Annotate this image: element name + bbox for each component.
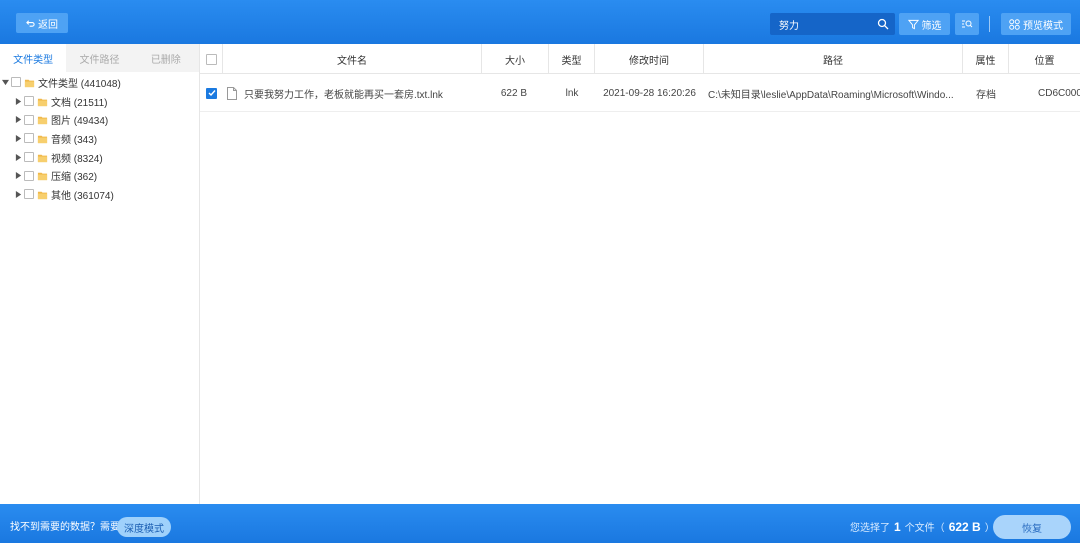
row-checkbox-cell (200, 75, 223, 112)
collapsed-arrow-icon[interactable] (14, 172, 22, 180)
tree-item-checkbox[interactable] (24, 152, 34, 163)
folder-icon (24, 79, 35, 87)
tab-file-type[interactable]: 文件类型 (0, 44, 67, 72)
back-button[interactable]: 返回 (16, 13, 68, 33)
file-type-tree: 文件类型 (441048) 文档 (21511) 图片 (49434) 音频 (… (0, 72, 199, 204)
recover-button[interactable]: 恢复 (993, 515, 1071, 539)
tree-item-checkbox[interactable] (24, 96, 34, 107)
folder-icon (37, 98, 48, 106)
tree-root-checkbox[interactable] (11, 77, 21, 88)
tree-item-video[interactable]: 视频 (8324) (0, 148, 199, 167)
tab-file-path[interactable]: 文件路径 (66, 44, 133, 72)
preview-label: 预览模式 (1023, 20, 1063, 32)
expanded-arrow-icon[interactable] (1, 78, 9, 86)
back-label: 返回 (38, 19, 58, 31)
folder-icon (37, 154, 48, 162)
column-header-size[interactable]: 大小 (482, 44, 549, 74)
tree-root[interactable]: 文件类型 (441048) (0, 73, 199, 92)
search-icon[interactable] (877, 18, 889, 30)
selected-size: 622 B (948, 520, 981, 534)
tree-item-label: 视频 (8324) (51, 153, 103, 165)
file-type: lnk (565, 87, 579, 99)
search-input[interactable]: 努力 (770, 13, 895, 35)
undo-icon (26, 19, 35, 27)
select-all-cell (200, 44, 223, 74)
folder-icon (37, 191, 48, 200)
sidebar: 文件类型 文件路径 已删除 文件类型 (441048) 文档 (21511) 图… (0, 44, 200, 504)
file-path: C:\未知目录\leslie\AppData\Roaming\Microsoft… (708, 89, 954, 101)
select-all-checkbox[interactable] (205, 53, 217, 65)
status-prefix: 您选择了 (850, 523, 890, 534)
preview-mode-button[interactable]: 预览模式 (1001, 13, 1071, 35)
help-text: 找不到需要的数据？需要 (10, 522, 120, 533)
tree-item-label: 其他 (361074) (51, 190, 114, 202)
funnel-icon (907, 19, 919, 29)
tree-item-label: 压缩 (362) (51, 172, 98, 184)
column-header-type[interactable]: 类型 (549, 44, 595, 74)
collapsed-arrow-icon[interactable] (14, 190, 22, 198)
column-header-location[interactable]: 位置 (1009, 44, 1080, 74)
deep-mode-button[interactable]: 深度模式 (117, 517, 171, 537)
file-location: CD6C000 (1038, 87, 1080, 99)
column-header-attribute[interactable]: 属性 (963, 44, 1009, 74)
toolbar-divider (989, 16, 990, 32)
column-header-path[interactable]: 路径 (704, 44, 963, 74)
table-row[interactable]: 只要我努力工作，老板就能再买一套房.txt.lnk 622 B lnk 2021… (200, 75, 1080, 112)
file-attribute: 存档 (976, 89, 996, 101)
checkmark-icon (208, 90, 216, 97)
tree-item-label: 音频 (343) (51, 134, 98, 146)
folder-icon (37, 135, 48, 143)
table-header: 文件名 大小 类型 修改时间 路径 属性 位置 (200, 44, 1080, 74)
tab-deleted[interactable]: 已删除 (132, 44, 199, 72)
grid-icon (1009, 18, 1020, 30)
file-icon (227, 86, 237, 100)
tree-item-label: 图片 (49434) (51, 116, 109, 128)
collapsed-arrow-icon[interactable] (14, 97, 22, 105)
top-toolbar: 返回 努力 筛选 预览模式 (0, 0, 1080, 44)
row-checkbox[interactable] (206, 87, 217, 99)
collapsed-arrow-icon[interactable] (14, 134, 22, 142)
filter-label: 筛选 (921, 20, 942, 32)
selected-count: 1 (894, 520, 901, 534)
file-size: 622 B (500, 87, 527, 99)
tree-item-documents[interactable]: 文档 (21511) (0, 92, 199, 111)
tree-item-checkbox[interactable] (24, 133, 34, 144)
folder-icon (37, 116, 48, 125)
collapsed-arrow-icon[interactable] (14, 153, 22, 161)
search-value: 努力 (779, 20, 799, 32)
tree-item-label: 文档 (21511) (51, 97, 108, 109)
tree-item-audio[interactable]: 音频 (343) (0, 129, 199, 148)
column-header-name[interactable]: 文件名 (223, 44, 482, 74)
file-modified: 2021-09-28 16:20:26 (603, 87, 696, 99)
tree-item-checkbox[interactable] (24, 170, 34, 181)
selection-status: 您选择了 1 个文件（ 622 B ） (850, 517, 995, 537)
tree-item-checkbox[interactable] (24, 189, 34, 200)
list-search-icon (962, 20, 973, 28)
folder-icon (37, 173, 48, 181)
file-name-cell: 只要我努力工作，老板就能再买一套房.txt.lnk (223, 75, 482, 112)
tree-item-other[interactable]: 其他 (361074) (0, 185, 199, 204)
sidebar-tabs: 文件类型 文件路径 已删除 (0, 44, 199, 72)
column-header-modified[interactable]: 修改时间 (595, 44, 704, 74)
tree-root-label: 文件类型 (441048) (38, 78, 121, 90)
tree-item-images[interactable]: 图片 (49434) (0, 110, 199, 129)
filter-button[interactable]: 筛选 (899, 13, 950, 35)
file-name: 只要我努力工作，老板就能再买一套房.txt.lnk (244, 89, 443, 101)
find-in-list-button[interactable] (955, 13, 979, 35)
tree-item-checkbox[interactable] (24, 114, 34, 125)
tree-item-archives[interactable]: 压缩 (362) (0, 166, 199, 185)
collapsed-arrow-icon[interactable] (14, 116, 22, 124)
bottom-bar: 找不到需要的数据？需要 深度模式 您选择了 1 个文件（ 622 B ） 恢复 (0, 504, 1080, 543)
status-mid: 个文件（ (904, 523, 945, 534)
